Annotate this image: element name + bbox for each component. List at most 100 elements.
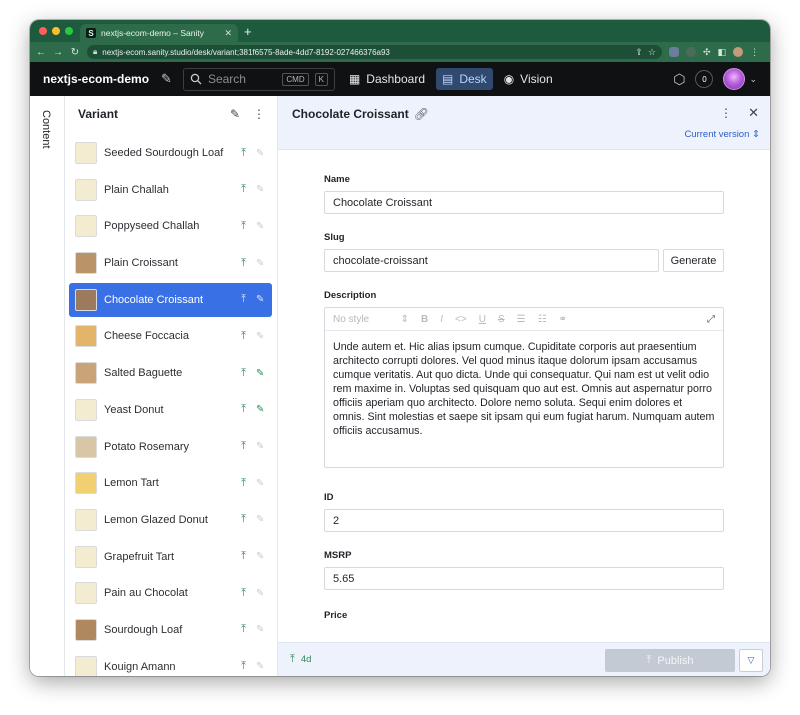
list-item-label: Poppyseed Challah — [104, 220, 200, 233]
published-status-icon[interactable]: ⤒ — [290, 653, 295, 666]
list-item[interactable]: Potato Rosemary ⤒ ✎ — [69, 430, 272, 464]
back-arrow-icon[interactable]: ← — [36, 47, 46, 58]
bullet-list-icon[interactable]: ☰ — [517, 314, 526, 325]
description-editor[interactable]: No style ⇕ B I <> U S ☰ ☷ ⚭ ⤢ Unde autem … — [324, 307, 724, 468]
draft-pencil-icon: ✎ — [256, 184, 265, 196]
close-icon[interactable]: ✕ — [748, 105, 759, 121]
variant-list: Seeded Sourdough Loaf ⤒ ✎ Plain Challah ⤒ ✎ Po… — [69, 136, 272, 676]
slug-row: chocolate-croissant Generate — [324, 249, 724, 272]
link-icon[interactable]: 🔗︎ — [414, 107, 429, 121]
list-item-label: Sourdough Loaf — [104, 623, 183, 636]
tool-vision[interactable]: ◉ Vision — [498, 68, 559, 90]
generate-button[interactable]: Generate — [663, 249, 724, 272]
list-item[interactable]: Kouign Amann ⤒ ✎ — [69, 650, 272, 676]
list-item[interactable]: Chocolate Croissant ⤒ ✎ — [69, 282, 272, 317]
browser-menu-icon[interactable]: ⋮ — [750, 47, 759, 58]
id-field[interactable]: 2 — [324, 509, 724, 532]
link-icon[interactable]: ⚭ — [559, 314, 567, 325]
reload-icon[interactable]: ↻ — [70, 47, 80, 58]
underline-icon[interactable]: U — [479, 314, 486, 325]
publish-button[interactable]: ⤒ Publish — [605, 649, 735, 672]
close-tab-icon[interactable]: ✕ — [224, 28, 232, 39]
version-selector[interactable]: Current version ⇕ — [684, 129, 760, 140]
profile-avatar[interactable] — [733, 47, 744, 57]
draft-pencil-icon: ✎ — [256, 404, 265, 416]
draft-pencil-icon: ✎ — [256, 367, 265, 379]
list-item[interactable]: Seeded Sourdough Loaf ⤒ ✎ — [69, 136, 272, 170]
code-icon[interactable]: <> — [455, 314, 467, 325]
puzzle-extensions-icon[interactable]: ✣ — [703, 47, 711, 58]
price-label: Price — [324, 610, 348, 621]
chevron-down-icon[interactable]: ⌄ — [749, 74, 757, 85]
search-input[interactable]: Search CMD K — [182, 67, 335, 91]
publish-menu-button[interactable]: ▽ — [739, 649, 763, 672]
browser-toolbar: ← → ↻ 🔒︎ nextjs-ecom.sanity.studio/desk/… — [30, 42, 770, 62]
tool-desk[interactable]: ▤ Desk — [436, 68, 493, 90]
numbered-list-icon[interactable]: ☷ — [538, 314, 547, 325]
sidebar-icon[interactable]: ◧ — [718, 47, 727, 58]
pane-menu-icon[interactable]: ⋮ — [253, 107, 265, 121]
product-thumbnail — [75, 545, 97, 568]
browser-window: S nextjs-ecom-demo – Sanity ✕ + ← → ↻ 🔒︎… — [30, 20, 770, 676]
product-thumbnail — [75, 325, 97, 348]
share-icon[interactable]: ⇪ — [635, 47, 643, 58]
tool-vision-label: Vision — [520, 72, 553, 86]
tool-dashboard[interactable]: ▦ Dashboard — [343, 68, 431, 90]
notification-count[interactable]: 0 — [695, 70, 714, 88]
draft-pencil-icon: ✎ — [256, 624, 265, 636]
eye-icon: ◉ — [503, 72, 515, 86]
list-item[interactable]: Grapefruit Tart ⤒ ✎ — [69, 540, 272, 574]
bookmark-star-icon[interactable]: ☆ — [648, 47, 656, 58]
description-text[interactable]: Unde autem et. Hic alias ipsum cumque. C… — [325, 331, 723, 447]
close-window-dot[interactable] — [39, 27, 47, 35]
strikethrough-icon[interactable]: S — [498, 314, 505, 325]
document-header: Chocolate Croissant 🔗︎ ⋮ ✕ Current versio… — [278, 96, 770, 150]
browser-tab[interactable]: S nextjs-ecom-demo – Sanity ✕ — [80, 24, 238, 42]
list-item[interactable]: Sourdough Loaf ⤒ ✎ — [69, 613, 272, 647]
user-avatar[interactable] — [723, 68, 746, 90]
product-thumbnail — [75, 472, 97, 495]
minimize-window-dot[interactable] — [52, 27, 60, 35]
bold-icon[interactable]: B — [421, 314, 428, 325]
product-thumbnail — [75, 288, 97, 311]
list-item[interactable]: Lemon Tart ⤒ ✎ — [69, 466, 272, 500]
list-item[interactable]: Cheese Foccacia ⤒ ✎ — [69, 319, 272, 353]
forward-arrow-icon[interactable]: → — [53, 47, 63, 58]
list-item[interactable]: Plain Croissant ⤒ ✎ — [69, 246, 272, 280]
content-rail: Content — [30, 96, 65, 676]
italic-icon[interactable]: I — [440, 314, 443, 325]
published-icon: ⤒ — [241, 660, 246, 673]
list-item[interactable]: Salted Baguette ⤒ ✎ — [69, 356, 272, 390]
slug-field[interactable]: chocolate-croissant — [324, 249, 659, 272]
style-select[interactable]: No style ⇕ — [333, 314, 409, 325]
package-icon[interactable]: ⬡ — [673, 71, 685, 88]
new-document-icon[interactable]: ✎ — [230, 107, 240, 121]
expand-icon[interactable]: ⤢ — [707, 314, 715, 325]
extension-icon[interactable] — [669, 47, 679, 57]
zoom-window-dot[interactable] — [65, 27, 73, 35]
list-item[interactable]: Yeast Donut ⤒ ✎ — [69, 393, 272, 427]
name-field[interactable]: Chocolate Croissant — [324, 191, 724, 214]
variant-list-pane: Variant ✎ ⋮ Seeded Sourdough Loaf ⤒ ✎ Plain… — [65, 96, 278, 676]
document-title: Chocolate Croissant 🔗︎ — [292, 107, 429, 121]
extension-icon[interactable] — [686, 47, 696, 57]
draft-pencil-icon: ✎ — [256, 147, 265, 159]
list-item[interactable]: Lemon Glazed Donut ⤒ ✎ — [69, 503, 272, 537]
draft-pencil-icon: ✎ — [256, 477, 265, 489]
version-label: Current version — [684, 129, 750, 140]
list-item[interactable]: Plain Challah ⤒ ✎ — [69, 173, 272, 207]
document-menu-icon[interactable]: ⋮ — [720, 106, 732, 120]
rail-label-content[interactable]: Content — [40, 110, 52, 149]
list-item[interactable]: Poppyseed Challah ⤒ ✎ — [69, 209, 272, 243]
list-item[interactable]: Pain au Chocolat ⤒ ✎ — [69, 576, 272, 610]
project-title[interactable]: nextjs-ecom-demo — [43, 72, 149, 86]
published-icon: ⤒ — [241, 256, 246, 269]
publish-label: Publish — [657, 654, 694, 667]
compose-icon[interactable]: ✎ — [161, 71, 172, 87]
new-tab-button[interactable]: + — [244, 25, 252, 38]
search-placeholder: Search — [207, 72, 246, 86]
address-bar[interactable]: 🔒︎ nextjs-ecom.sanity.studio/desk/varian… — [87, 45, 662, 59]
msrp-field[interactable]: 5.65 — [324, 567, 724, 590]
published-icon: ⤒ — [241, 586, 246, 599]
slug-label: Slug — [324, 232, 345, 243]
